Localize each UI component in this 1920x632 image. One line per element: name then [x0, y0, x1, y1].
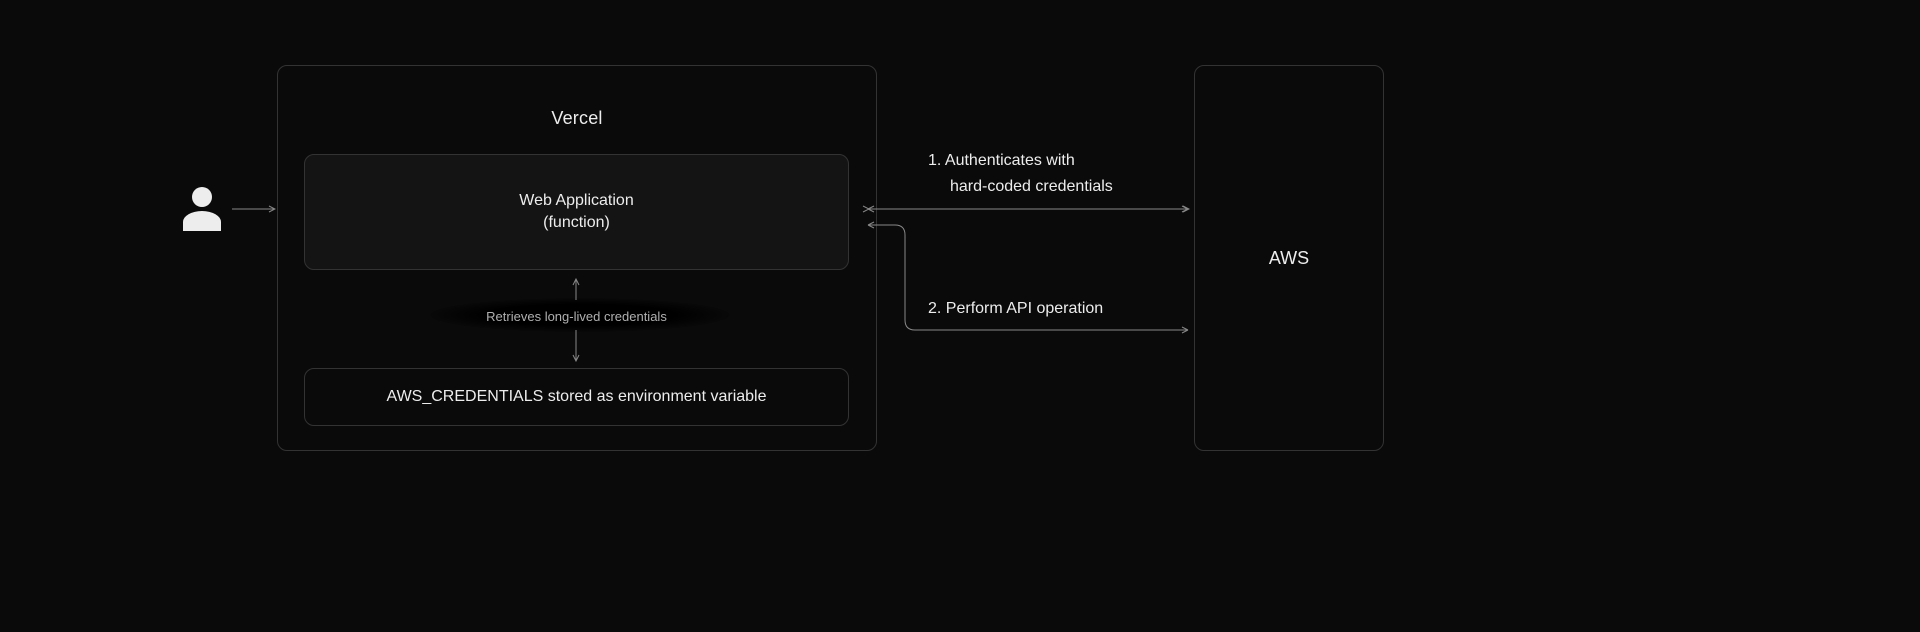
step-1-label: 1. Authenticates with hard-coded credent… — [928, 148, 1113, 199]
retrieve-label: Retrieves long-lived credentials — [304, 309, 849, 324]
webapp-line2: (function) — [543, 214, 610, 232]
step-1-line2: hard-coded credentials — [928, 174, 1113, 200]
arrow-step1-group — [868, 206, 1188, 212]
vercel-title: Vercel — [278, 108, 876, 129]
aws-title: AWS — [1269, 248, 1309, 269]
step-2-label: 2. Perform API operation — [928, 296, 1103, 322]
step-2-line1: 2. Perform API operation — [928, 296, 1103, 322]
webapp-line1: Web Application — [519, 192, 633, 210]
webapp-box: Web Application (function) — [304, 154, 849, 270]
aws-box: AWS — [1194, 65, 1384, 451]
step-1-line1: 1. Authenticates with — [928, 148, 1113, 174]
envvar-label: AWS_CREDENTIALS stored as environment va… — [387, 388, 767, 406]
envvar-box: AWS_CREDENTIALS stored as environment va… — [304, 368, 849, 426]
user-icon — [183, 187, 221, 231]
diagram-canvas: Vercel Web Application (function) Retrie… — [0, 0, 1920, 632]
